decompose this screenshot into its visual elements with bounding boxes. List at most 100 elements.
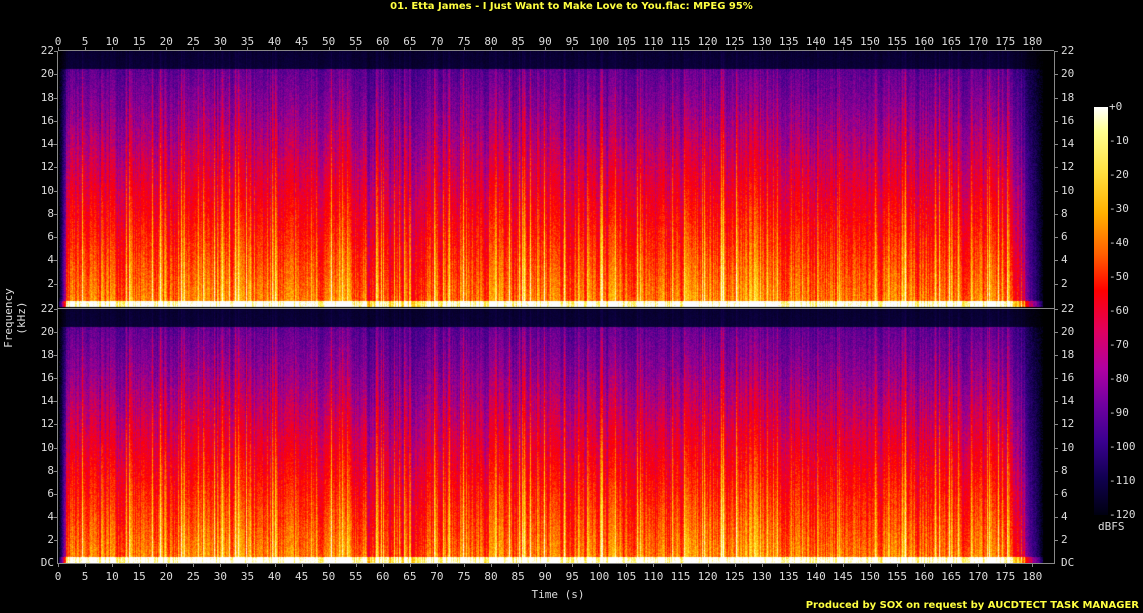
x-tick-label-bottom: 70: [430, 570, 444, 583]
x-tick-label-top: 115: [670, 35, 691, 48]
y-tick-label-right: 8: [1061, 463, 1068, 477]
x-tick-mark: [545, 564, 547, 567]
x-tick-label-top: 85: [511, 35, 525, 48]
colorbar-tick-label: -50: [1109, 270, 1129, 283]
x-tick-label-top: 25: [186, 35, 200, 48]
y-tick-mark: [54, 237, 57, 239]
y-tick-label-right: 6: [1061, 230, 1068, 244]
x-tick-mark: [112, 564, 114, 567]
y-tick-label-left: 22: [40, 302, 54, 315]
y-tick-mark: [1055, 355, 1058, 357]
x-tick-mark: [274, 564, 276, 567]
x-tick-mark: [788, 47, 790, 50]
x-tick-label-bottom: 140: [805, 570, 826, 583]
x-tick-mark: [518, 564, 520, 567]
x-tick-label-top: 175: [995, 35, 1016, 48]
y-tick-mark: [54, 447, 57, 449]
x-tick-mark: [247, 47, 249, 50]
y-tick-mark: [54, 309, 57, 310]
x-tick-mark: [85, 564, 87, 567]
colorbar-tick-label: +0: [1109, 100, 1123, 113]
x-tick-label-top: 95: [565, 35, 579, 48]
colorbar-tick-label: -80: [1109, 372, 1129, 385]
x-tick-label-top: 30: [213, 35, 228, 48]
x-tick-mark: [139, 564, 141, 567]
x-tick-mark: [869, 564, 871, 567]
y-tick-mark: [54, 120, 57, 122]
x-tick-mark: [869, 47, 871, 50]
x-tick-label-top: 120: [697, 35, 718, 48]
colorbar-tick-label: -40: [1109, 236, 1129, 249]
y-tick-label-right: 22: [1061, 302, 1075, 315]
y-tick-label-right: 18: [1061, 90, 1075, 104]
x-tick-label-top: 125: [724, 35, 745, 48]
x-tick-mark: [85, 47, 87, 50]
y-tick-mark: [54, 283, 57, 285]
x-tick-label-top: 130: [751, 35, 772, 48]
y-tick-label-left: 18: [40, 348, 54, 362]
y-tick-label-left: 20: [40, 67, 54, 81]
x-tick-mark: [220, 564, 222, 567]
x-tick-label-top: 45: [294, 35, 309, 48]
y-tick-label-right: 14: [1061, 394, 1075, 408]
x-tick-mark: [951, 47, 953, 50]
x-tick-mark: [761, 47, 763, 50]
x-tick-label-top: 60: [376, 35, 390, 48]
y-tick-label-left: 8: [47, 463, 54, 477]
x-tick-label-top: 105: [616, 35, 637, 48]
x-tick-mark: [1005, 47, 1007, 50]
x-tick-label-top: 55: [349, 35, 363, 48]
x-tick-label-bottom: 135: [778, 570, 799, 583]
x-tick-label-bottom: 155: [887, 570, 907, 583]
x-tick-label-bottom: 85: [511, 570, 525, 583]
x-tick-label-bottom: 0: [54, 570, 62, 583]
y-tick-mark: [1055, 424, 1058, 426]
y-tick-label-left-dc: DC: [40, 556, 54, 569]
x-tick-mark: [301, 47, 303, 50]
panel-divider: [58, 308, 1054, 309]
top-axis-line: [58, 50, 1054, 51]
x-tick-label-top: 150: [860, 35, 880, 48]
y-tick-label-right: 10: [1061, 183, 1075, 197]
x-tick-label-bottom: 90: [538, 570, 552, 583]
y-tick-label-left: 16: [40, 371, 54, 385]
x-tick-mark: [707, 564, 709, 567]
x-tick-label-bottom: 40: [267, 570, 282, 583]
x-tick-mark: [355, 47, 357, 50]
x-tick-mark: [734, 47, 736, 50]
y-tick-label-right: 20: [1061, 325, 1075, 339]
x-tick-mark: [491, 564, 493, 567]
y-tick-mark: [54, 470, 57, 472]
x-tick-label-top: 5: [81, 35, 89, 48]
x-tick-mark: [545, 47, 547, 50]
y-tick-label-left: 12: [40, 160, 54, 174]
x-tick-label-bottom: 65: [403, 570, 417, 583]
y-axis-label: Frequency (kHz): [2, 288, 28, 348]
x-tick-label-bottom: 50: [322, 570, 336, 583]
colorbar-tick-label: -60: [1109, 304, 1129, 317]
x-tick-mark: [409, 564, 411, 567]
x-tick-mark: [842, 564, 844, 567]
y-tick-mark: [54, 493, 57, 495]
x-tick-label-bottom: 5: [81, 570, 89, 583]
y-tick-label-right: 2: [1061, 532, 1068, 546]
x-tick-mark: [1032, 564, 1034, 567]
colorbar-label: dBFS: [1098, 520, 1125, 533]
y-tick-mark: [1055, 120, 1058, 122]
y-tick-label-right: 18: [1061, 348, 1075, 362]
x-tick-label-bottom: 75: [457, 570, 471, 583]
x-tick-mark: [842, 47, 844, 50]
x-tick-mark: [463, 47, 465, 50]
y-tick-label-right: 8: [1061, 206, 1068, 220]
x-tick-mark: [978, 47, 980, 50]
x-tick-mark: [58, 47, 59, 50]
x-tick-mark: [247, 564, 249, 567]
y-tick-mark: [54, 424, 57, 426]
x-tick-label-top: 65: [403, 35, 417, 48]
x-tick-mark: [1005, 564, 1007, 567]
y-tick-label-left: 6: [47, 486, 54, 500]
y-tick-label-right: 4: [1061, 253, 1068, 267]
y-tick-label-left: 8: [47, 206, 54, 220]
x-tick-label-top: 15: [132, 35, 146, 48]
x-tick-label-top: 20: [159, 35, 173, 48]
